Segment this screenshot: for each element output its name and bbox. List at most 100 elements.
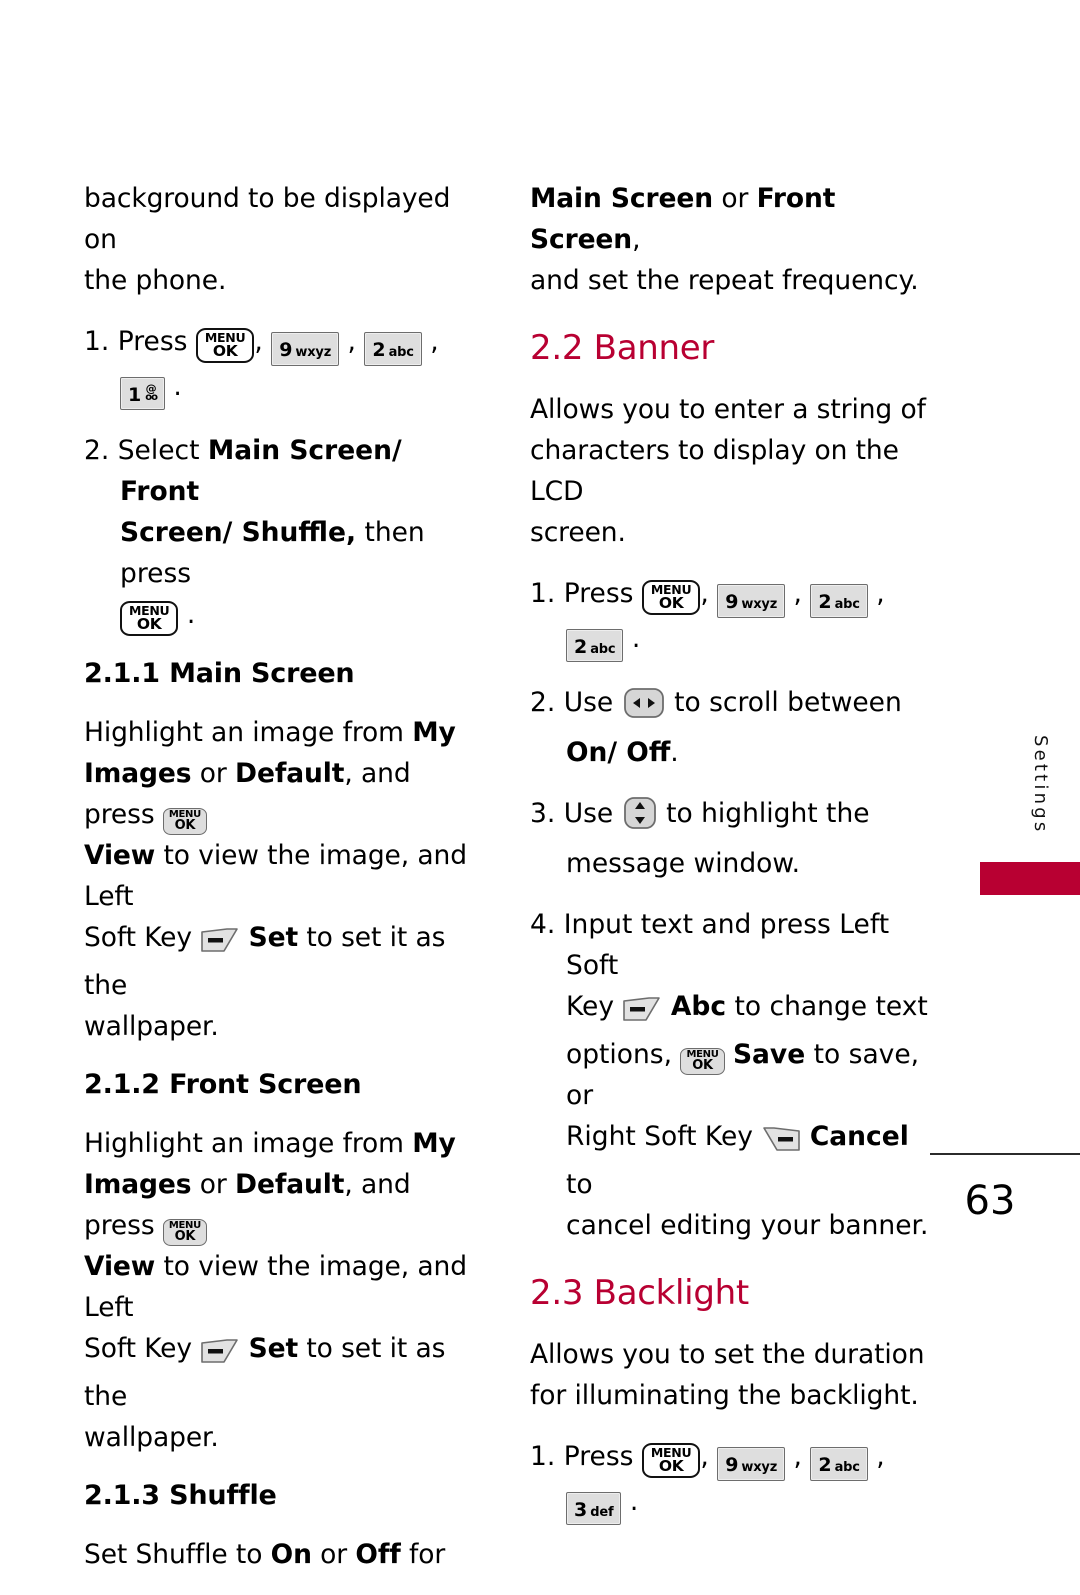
press-label: Press: [563, 578, 634, 609]
ok-label: OK: [174, 818, 196, 833]
bold-set: Set: [248, 922, 299, 953]
bold-main-screen: Main Screen: [530, 183, 714, 214]
text-run: Set Shuffle to: [84, 1539, 271, 1570]
step-body: Press MENU OK , 9 wxyz , 2 abc , 2 abc .: [563, 578, 885, 662]
separator-comma: ,: [700, 1441, 709, 1472]
backlight-step-1: 1. Press MENU OK , 9 wxyz , 2 abc , 3 def .: [530, 1436, 930, 1525]
bold-images: Images: [84, 758, 192, 789]
text-run: options,: [566, 1039, 681, 1070]
step-number: 1.: [530, 1441, 556, 1472]
side-tab-label: Settings: [1030, 735, 1051, 835]
text-run: Allows you to enter a string of: [530, 394, 926, 425]
ok-label: OK: [692, 1058, 713, 1073]
separator-comma: ,: [876, 1441, 885, 1472]
text-run: for illuminating the backlight.: [530, 1380, 919, 1411]
heading-2-2-banner: 2.2 Banner: [530, 328, 715, 368]
sentence-period: .: [186, 599, 196, 630]
bold-default: Default: [235, 1169, 345, 1200]
key-9-wxyz-icon[interactable]: 9 wxyz: [271, 332, 340, 366]
section-2-1-1-body: Highlight an image from My Images or Defa…: [84, 712, 484, 1047]
bold-abc: Abc: [670, 991, 727, 1022]
text-run: Key: [566, 991, 623, 1022]
text-run: screen.: [530, 517, 626, 548]
sentence-period: .: [629, 1485, 639, 1517]
nav-up-down-key-icon[interactable]: [622, 795, 658, 843]
key-3-def-icon[interactable]: 3 def: [566, 1491, 622, 1525]
key-one-symbol-stack: @ oo: [145, 383, 158, 403]
press-label: Press: [563, 1441, 634, 1472]
key-2-abc-icon[interactable]: 2 abc: [566, 628, 624, 662]
bold-my: My: [412, 1128, 456, 1159]
key-digit: 2: [818, 1454, 832, 1476]
left-step-1: 1. Press MENU OK , 9 wxyz , 2 abc , 1 @ oo .: [84, 321, 484, 410]
left-soft-key-icon[interactable]: [200, 924, 240, 965]
menu-ok-key-icon[interactable]: MENU OK: [120, 601, 179, 636]
separator-comma: ,: [700, 578, 709, 609]
bold-set: Set: [248, 1333, 299, 1364]
menu-ok-key-icon[interactable]: MENU OK: [680, 1048, 725, 1075]
step-number: 1.: [84, 326, 110, 357]
key-1-at-voicemail-icon[interactable]: 1 @ oo: [120, 376, 165, 410]
heading-2-1-2-front-screen: 2.1.2 Front Screen: [84, 1069, 362, 1100]
key-2-abc-icon[interactable]: 2 abc: [810, 1447, 868, 1481]
step-number: 1.: [530, 578, 556, 609]
step-number: 4.: [530, 909, 556, 940]
left-soft-key-icon[interactable]: [622, 993, 662, 1034]
text-run: to highlight the: [657, 798, 870, 829]
ok-label: OK: [212, 342, 238, 360]
key-2-abc-icon[interactable]: 2 abc: [364, 332, 422, 366]
step-number: 2.: [84, 435, 110, 466]
key-letters: abc: [388, 345, 414, 360]
banner-step-2: 2. Use to scroll between On/ Off.: [530, 682, 930, 773]
bold-view: View: [84, 840, 156, 871]
menu-ok-key-icon[interactable]: MENU OK: [195, 328, 255, 363]
banner-step-1: 1. Press MENU OK , 9 wxyz , 2 abc , 2 abc .: [530, 573, 930, 662]
text-run: Input text and press Left Soft: [563, 909, 890, 981]
select-lead: Select: [117, 435, 208, 466]
heading-2-1-3-shuffle: 2.1.3 Shuffle: [84, 1480, 277, 1511]
manual-page: background to be displayed on the phone.…: [0, 0, 1080, 1570]
left-soft-key-icon[interactable]: [200, 1335, 240, 1376]
text-run: wallpaper.: [84, 1011, 219, 1042]
menu-ok-key-icon[interactable]: MENU OK: [162, 1219, 207, 1246]
text-run: or: [311, 1539, 356, 1570]
menu-ok-key-icon[interactable]: MENU OK: [162, 808, 207, 835]
ok-label: OK: [174, 1229, 196, 1244]
text-run: cancel editing your banner.: [566, 1210, 929, 1241]
menu-ok-key-icon[interactable]: MENU OK: [641, 1443, 701, 1478]
key-digit: 9: [725, 591, 739, 613]
text-run: characters to display on the LCD: [530, 435, 899, 507]
text-run: to change text: [726, 991, 928, 1022]
left-text-column: background to be displayed on the phone.…: [84, 178, 484, 1595]
intro-line-2: the phone.: [84, 265, 227, 296]
step-body: Input text and press Left Soft Key Abc to…: [564, 909, 929, 1241]
bold-save: Save: [732, 1039, 806, 1070]
step-body: Use to scroll between On/ Off.: [564, 687, 902, 768]
left-step-2: 2. Select Main Screen/ Front Screen/ Shuf…: [84, 430, 484, 636]
text-run: Right Soft Key: [566, 1121, 762, 1152]
text-run: and set the repeat frequency.: [530, 265, 919, 296]
right-soft-key-icon[interactable]: [761, 1123, 801, 1164]
menu-ok-key-icon[interactable]: MENU OK: [641, 580, 701, 615]
nav-left-right-key-icon[interactable]: [622, 686, 666, 732]
banner-step-4: 4. Input text and press Left Soft Key Abc…: [530, 904, 930, 1246]
intro-paragraph: background to be displayed on the phone.: [84, 178, 484, 301]
separator-comma: ,: [254, 326, 263, 357]
text-run: message window.: [566, 848, 801, 879]
key-2-abc-icon[interactable]: 2 abc: [810, 584, 868, 618]
ok-label: OK: [658, 594, 684, 612]
bold-images: Images: [84, 1169, 192, 1200]
separator-comma: ,: [876, 578, 885, 609]
key-9-wxyz-icon[interactable]: 9 wxyz: [717, 1447, 786, 1481]
banner-intro: Allows you to enter a string of characte…: [530, 389, 930, 553]
text-run: to scroll between: [665, 687, 902, 718]
key-digit: 1: [128, 383, 142, 406]
side-tab: Settings: [980, 735, 1080, 895]
intro-line-1: background to be displayed on: [84, 183, 451, 255]
key-9-wxyz-icon[interactable]: 9 wxyz: [717, 584, 786, 618]
text-run: to: [566, 1169, 593, 1200]
bold-default: Default: [235, 758, 345, 789]
step-body: Press MENU OK , 9 wxyz , 2 abc , 3 def .: [563, 1441, 885, 1525]
key-letters: wxyz: [295, 345, 332, 360]
text-run: .: [670, 737, 679, 768]
